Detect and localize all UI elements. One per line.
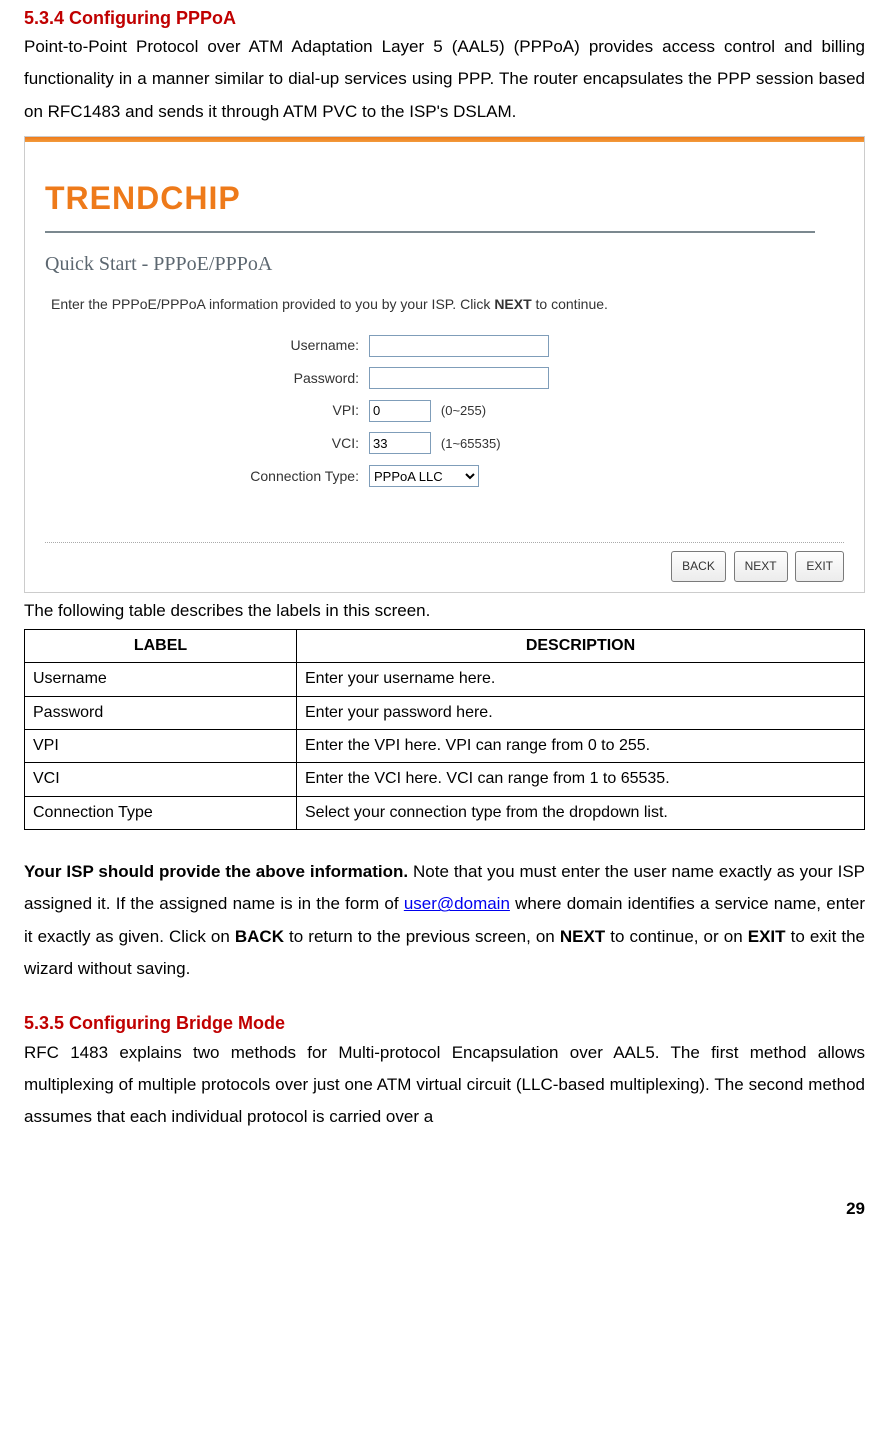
- table-row: VCI Enter the VCI here. VCI can range fr…: [25, 763, 865, 796]
- section-heading: 5.3.4 Configuring PPPoA: [24, 6, 865, 31]
- panel-subtitle: Quick Start - PPPoE/PPPoA: [25, 237, 864, 295]
- table-cell-desc: Enter your password here.: [297, 696, 865, 729]
- vci-input[interactable]: [369, 432, 431, 454]
- section-para: RFC 1483 explains two methods for Multi-…: [24, 1037, 865, 1134]
- table-cell-desc: Enter the VPI here. VPI can range from 0…: [297, 729, 865, 762]
- table-cell-desc: Enter your username here.: [297, 663, 865, 696]
- table-row: Connection Type Select your connection t…: [25, 796, 865, 829]
- exit-button[interactable]: EXIT: [795, 551, 844, 582]
- section-para: Point-to-Point Protocol over ATM Adaptat…: [24, 31, 865, 128]
- section-heading: 5.3.5 Configuring Bridge Mode: [24, 1011, 865, 1036]
- note-b1: BACK: [235, 927, 284, 946]
- table-cell-label: VCI: [25, 763, 297, 796]
- table-row: Password Enter your password here.: [25, 696, 865, 729]
- username-label: Username:: [235, 329, 365, 362]
- table-cell-label: Connection Type: [25, 796, 297, 829]
- vpi-label: VPI:: [235, 394, 365, 427]
- note-t3: to return to the previous screen, on: [284, 927, 560, 946]
- vpi-hint: (0~255): [435, 403, 486, 418]
- table-cell-label: VPI: [25, 729, 297, 762]
- note-t4: to continue, or on: [605, 927, 748, 946]
- table-intro: The following table describes the labels…: [24, 599, 865, 623]
- back-button[interactable]: BACK: [671, 551, 726, 582]
- table-cell-desc: Select your connection type from the dro…: [297, 796, 865, 829]
- button-row-wrap: BACK NEXT EXIT: [25, 492, 864, 582]
- username-input[interactable]: [369, 335, 549, 357]
- password-label: Password:: [235, 362, 365, 395]
- instr-text-b: to continue.: [532, 296, 608, 312]
- vpi-input[interactable]: [369, 400, 431, 422]
- conn-type-label: Connection Type:: [235, 460, 365, 493]
- example-link[interactable]: user@domain: [404, 894, 510, 913]
- note-b2: NEXT: [560, 927, 605, 946]
- connection-type-select[interactable]: PPPoA LLC: [369, 465, 479, 487]
- instr-text-a: Enter the PPPoE/PPPoA information provid…: [51, 296, 494, 312]
- note-bold-lead: Your ISP should provide the above inform…: [24, 862, 408, 881]
- panel-instructions: Enter the PPPoE/PPPoA information provid…: [25, 295, 864, 329]
- table-header-label: LABEL: [25, 629, 297, 662]
- page-number: 29: [24, 1193, 865, 1225]
- vci-label: VCI:: [235, 427, 365, 460]
- description-table: LABEL DESCRIPTION Username Enter your us…: [24, 629, 865, 830]
- next-button[interactable]: NEXT: [734, 551, 788, 582]
- form-table: Username: Password: VPI: (0~255) VCI: (1…: [235, 329, 553, 492]
- table-header-desc: DESCRIPTION: [297, 629, 865, 662]
- table-cell-label: Username: [25, 663, 297, 696]
- screenshot-panel: TRENDCHIP Quick Start - PPPoE/PPPoA Ente…: [24, 136, 865, 593]
- note-paragraph: Your ISP should provide the above inform…: [24, 856, 865, 985]
- instr-text-bold: NEXT: [494, 296, 531, 312]
- brand-logo: TRENDCHIP: [45, 168, 815, 233]
- note-b3: EXIT: [748, 927, 786, 946]
- table-cell-desc: Enter the VCI here. VCI can range from 1…: [297, 763, 865, 796]
- table-row: VPI Enter the VPI here. VPI can range fr…: [25, 729, 865, 762]
- logo-wrap: TRENDCHIP: [25, 142, 864, 237]
- button-row: BACK NEXT EXIT: [45, 542, 844, 582]
- vci-hint: (1~65535): [435, 436, 501, 451]
- table-cell-label: Password: [25, 696, 297, 729]
- table-row: Username Enter your username here.: [25, 663, 865, 696]
- password-input[interactable]: [369, 367, 549, 389]
